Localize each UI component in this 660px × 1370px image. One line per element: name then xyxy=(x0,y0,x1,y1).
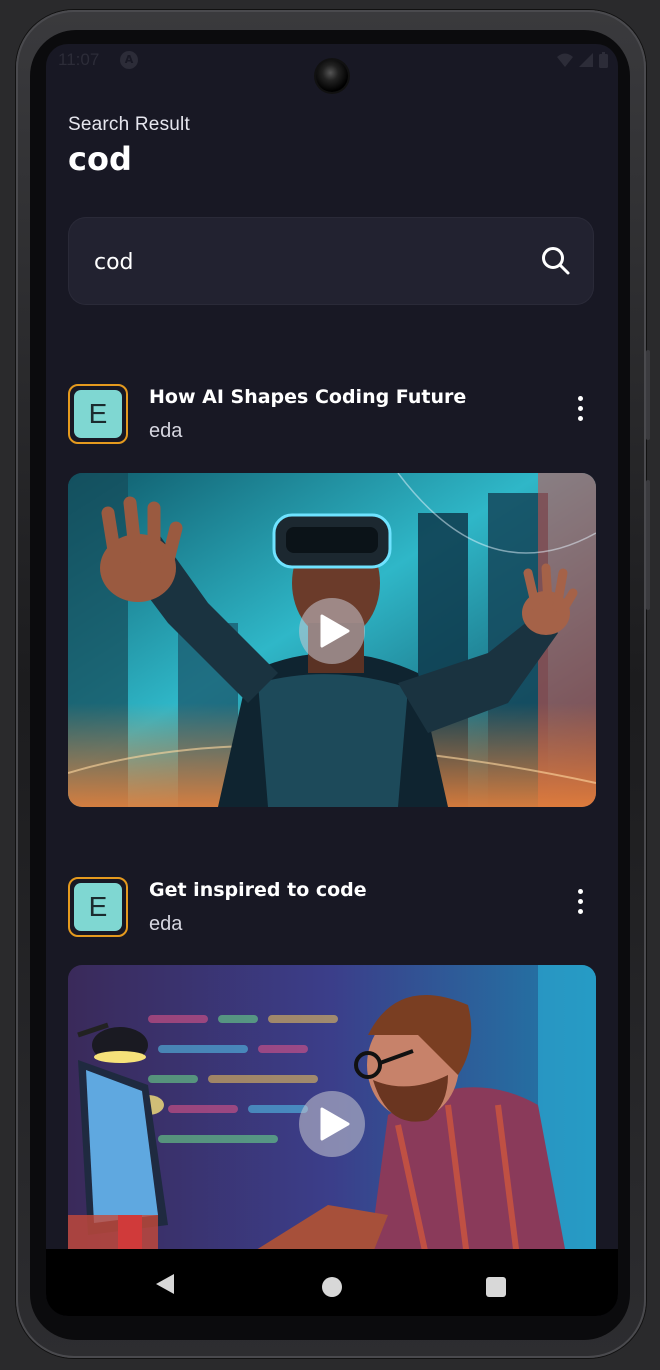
avatar-letter: E xyxy=(74,390,122,438)
recents-icon[interactable] xyxy=(486,1277,506,1297)
header-subtitle: Search Result xyxy=(68,114,190,135)
post-header[interactable]: E Get inspired to code eda xyxy=(68,877,594,943)
avatar[interactable]: E xyxy=(68,877,128,937)
power-button xyxy=(646,480,650,610)
search-icon[interactable] xyxy=(540,245,572,277)
play-icon xyxy=(320,1107,350,1141)
wifi-icon xyxy=(557,53,573,67)
post-title[interactable]: How AI Shapes Coding Future xyxy=(149,386,466,408)
post-title[interactable]: Get inspired to code xyxy=(149,879,367,901)
back-icon[interactable] xyxy=(154,1272,176,1296)
screen: 11:07 A Search Result cod E How AI Shape… xyxy=(46,44,618,1316)
more-options-icon[interactable] xyxy=(570,392,590,426)
battery-icon xyxy=(599,52,608,68)
home-icon[interactable] xyxy=(322,1277,342,1297)
more-options-icon[interactable] xyxy=(570,885,590,919)
page-title: cod xyxy=(68,140,132,178)
video-thumbnail[interactable] xyxy=(68,473,596,807)
volume-button xyxy=(646,350,650,440)
search-box xyxy=(68,217,594,305)
avatar-letter: E xyxy=(74,883,122,931)
search-input[interactable] xyxy=(92,241,516,283)
avatar[interactable]: E xyxy=(68,384,128,444)
play-icon xyxy=(320,614,350,648)
status-time: 11:07 xyxy=(58,50,100,69)
post-header[interactable]: E How AI Shapes Coding Future eda xyxy=(68,384,594,450)
play-button[interactable] xyxy=(299,1091,365,1157)
post-author[interactable]: eda xyxy=(149,913,182,936)
front-camera xyxy=(316,60,348,92)
video-thumbnail[interactable] xyxy=(68,965,596,1265)
status-icons xyxy=(557,52,608,68)
play-button[interactable] xyxy=(299,598,365,664)
system-nav-bar xyxy=(46,1249,618,1316)
signal-icon xyxy=(579,53,593,67)
status-app-badge: A xyxy=(120,51,138,69)
post-author[interactable]: eda xyxy=(149,420,182,443)
